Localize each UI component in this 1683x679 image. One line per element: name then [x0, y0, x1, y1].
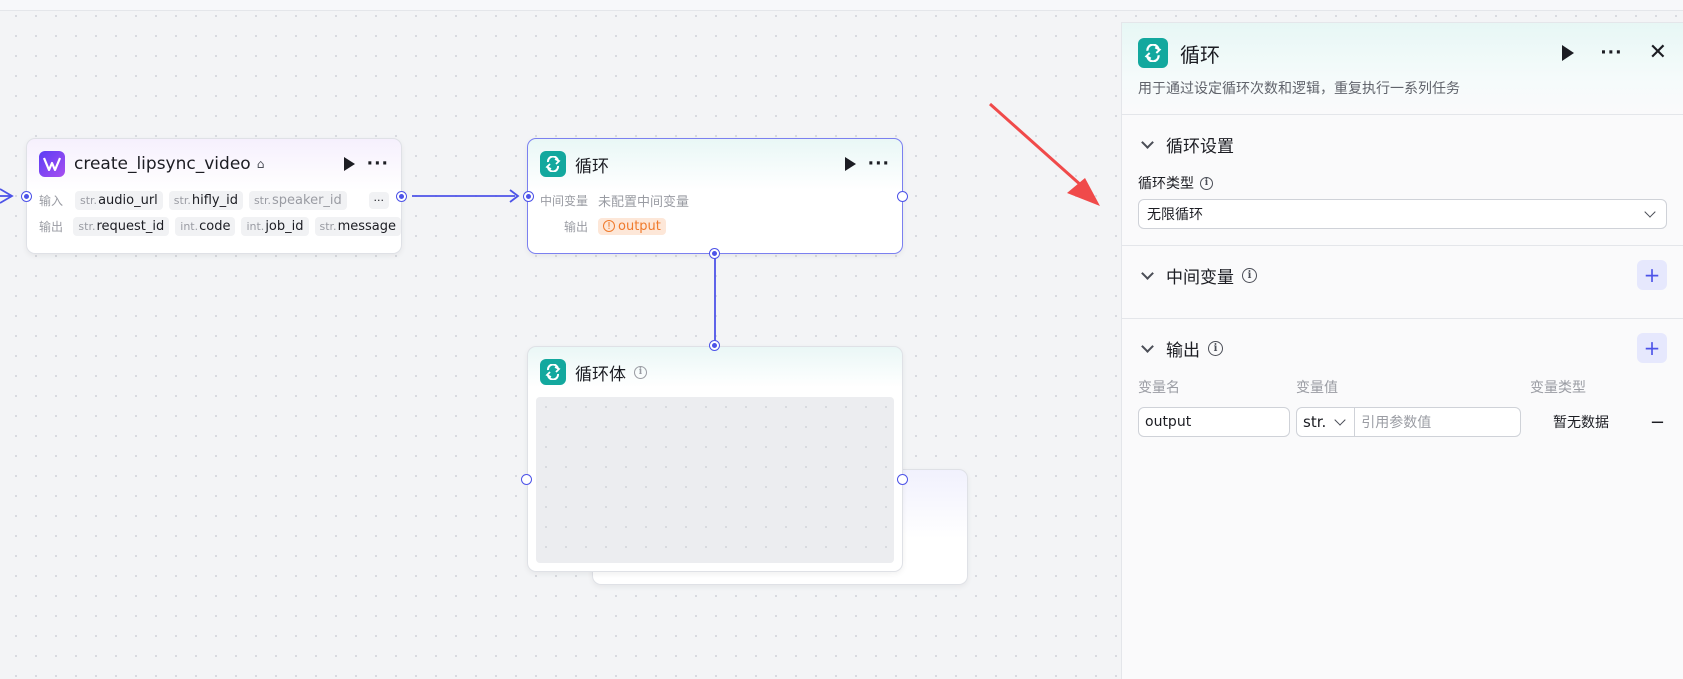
node-config-panel: 循环 ··· ✕ 用于通过设定循环次数和逻辑，重复执行一系列任务 循环设置 循环…	[1121, 22, 1683, 679]
vars-title: 中间变量	[1166, 267, 1234, 288]
chevron-down-icon[interactable]	[1141, 266, 1154, 280]
output-chip: str. request_id	[73, 216, 170, 236]
section-intermediate-vars: 中间变量 i +	[1122, 246, 1683, 319]
chevron-down-icon	[1644, 206, 1656, 218]
node-more-button[interactable]: ···	[868, 155, 890, 173]
node-more-button[interactable]: ···	[367, 155, 389, 173]
annotation-arrow-head	[1067, 178, 1100, 206]
loop-type-label-row: 循环类型 i	[1138, 173, 1667, 193]
output-header[interactable]: 输出 i +	[1138, 319, 1667, 377]
input-chip: str. speaker_id	[248, 190, 347, 210]
col-name: 变量名	[1138, 380, 1180, 396]
node-inputs-row: 输入 str. audio_url str. hifly_id str. speake…	[27, 187, 401, 213]
chevron-down-icon	[1334, 414, 1346, 426]
loop-body-header[interactable]: 循环体 i	[528, 347, 902, 397]
loop-type-label: 循环类型	[1138, 176, 1194, 192]
plugin-node-header[interactable]: create_lipsync_video ⌂ ···	[27, 139, 401, 189]
output-chip: int. code	[175, 216, 236, 236]
loop-body-port-left[interactable]	[522, 475, 531, 484]
loop-node[interactable]: 循环 ··· 中间变量 未配置中间变量 输出 ! output	[527, 138, 903, 254]
panel-more-button[interactable]: ···	[1600, 44, 1622, 62]
loop-body-canvas[interactable]	[536, 397, 894, 563]
add-output-button[interactable]: +	[1637, 333, 1667, 363]
info-icon[interactable]: i	[1208, 340, 1223, 356]
run-node-button[interactable]	[343, 157, 355, 171]
loop-output-label: 输出	[563, 219, 588, 234]
loop-body-icon	[540, 359, 566, 385]
panel-description: 用于通过设定循环次数和逻辑，重复执行一系列任务	[1138, 81, 1460, 97]
output-title: 输出	[1166, 340, 1200, 361]
output-columns: 变量名 变量值 变量类型	[1138, 377, 1667, 407]
loop-type-select[interactable]: 无限循环	[1138, 199, 1667, 229]
node-outputs-row: 输出 str. request_id int. code int. job_id st…	[27, 213, 401, 239]
add-var-button[interactable]: +	[1637, 260, 1667, 290]
ref-param-placeholder: 引用参数值	[1361, 415, 1432, 431]
loop-body-port-right[interactable]	[898, 475, 907, 484]
info-icon[interactable]: i	[1200, 176, 1213, 190]
type-select[interactable]: str.	[1297, 408, 1356, 436]
panel-title: 循环	[1180, 42, 1220, 67]
section-output: 输出 i + 变量名 变量值 变量类型 output str. 引用参数值 暂无…	[1122, 319, 1683, 453]
inputs-label: 输入	[39, 193, 64, 208]
col-value: 变量值	[1296, 380, 1338, 396]
loop-body-port-top[interactable]	[710, 249, 719, 258]
output-row: output str. 引用参数值 暂无数据 −	[1138, 407, 1667, 437]
loop-settings-header[interactable]: 循环设置	[1138, 115, 1667, 173]
loop-body-port-top-in[interactable]	[710, 341, 719, 350]
loop-icon	[540, 151, 566, 177]
annotation-arrow-line	[989, 102, 1093, 197]
vars-header[interactable]: 中间变量 i +	[1138, 246, 1667, 304]
loop-type-value: 无限循环	[1147, 207, 1203, 223]
input-chip: str. audio_url	[75, 190, 163, 210]
node1-output-port[interactable]	[397, 192, 406, 201]
remove-output-button[interactable]: −	[1650, 412, 1665, 433]
output-chip: int. job_id	[241, 216, 309, 236]
plugin-node-title: create_lipsync_video	[74, 154, 251, 174]
panel-run-button[interactable]	[1562, 45, 1575, 61]
loop-output-row: 输出 ! output	[528, 213, 902, 239]
output-chip: str. message	[314, 216, 401, 236]
loop-node-header[interactable]: 循环 ···	[528, 139, 902, 189]
output-value-input[interactable]: str. 引用参数值	[1296, 407, 1521, 437]
chevron-down-icon[interactable]	[1141, 339, 1154, 353]
section-loop-settings: 循环设置 循环类型 i 无限循环	[1122, 115, 1683, 246]
vars-empty-text: 未配置中间变量	[598, 194, 690, 210]
panel-close-icon[interactable]: ✕	[1649, 42, 1667, 64]
info-icon[interactable]: i	[634, 365, 647, 379]
loop-settings-title: 循环设置	[1166, 136, 1234, 157]
info-icon[interactable]: i	[1242, 267, 1257, 283]
more-inputs-chip[interactable]: ···	[368, 191, 389, 209]
panel-header: 循环 ··· ✕ 用于通过设定循环次数和逻辑，重复执行一系列任务	[1122, 23, 1683, 115]
vars-label: 中间变量	[540, 193, 589, 208]
robot-icon: ⌂	[256, 157, 265, 171]
loop-node-title: 循环	[575, 156, 609, 177]
loop-output-warning-chip: ! output	[598, 217, 666, 235]
loop-body-node[interactable]: 循环体 i	[527, 346, 903, 572]
loop-body-title: 循环体	[575, 364, 626, 385]
chevron-down-icon[interactable]	[1141, 135, 1154, 149]
run-node-button[interactable]	[844, 157, 856, 171]
plugin-node[interactable]: create_lipsync_video ⌂ ··· 输入 str. audio_…	[26, 138, 402, 254]
loop-icon	[1138, 38, 1168, 68]
output-name-input[interactable]: output	[1138, 407, 1290, 437]
col-type: 变量类型	[1530, 380, 1586, 396]
outputs-label: 输出	[39, 219, 64, 234]
loop-vars-row: 中间变量 未配置中间变量	[528, 187, 902, 213]
node1-input-port[interactable]	[22, 192, 31, 201]
input-chip: str. hifly_id	[168, 190, 243, 210]
plugin-app-icon	[39, 151, 65, 177]
warning-icon: !	[603, 220, 615, 232]
output-type-value: 暂无数据	[1553, 415, 1609, 431]
loop-output-port[interactable]	[898, 192, 907, 201]
loop-input-port[interactable]	[524, 192, 533, 201]
